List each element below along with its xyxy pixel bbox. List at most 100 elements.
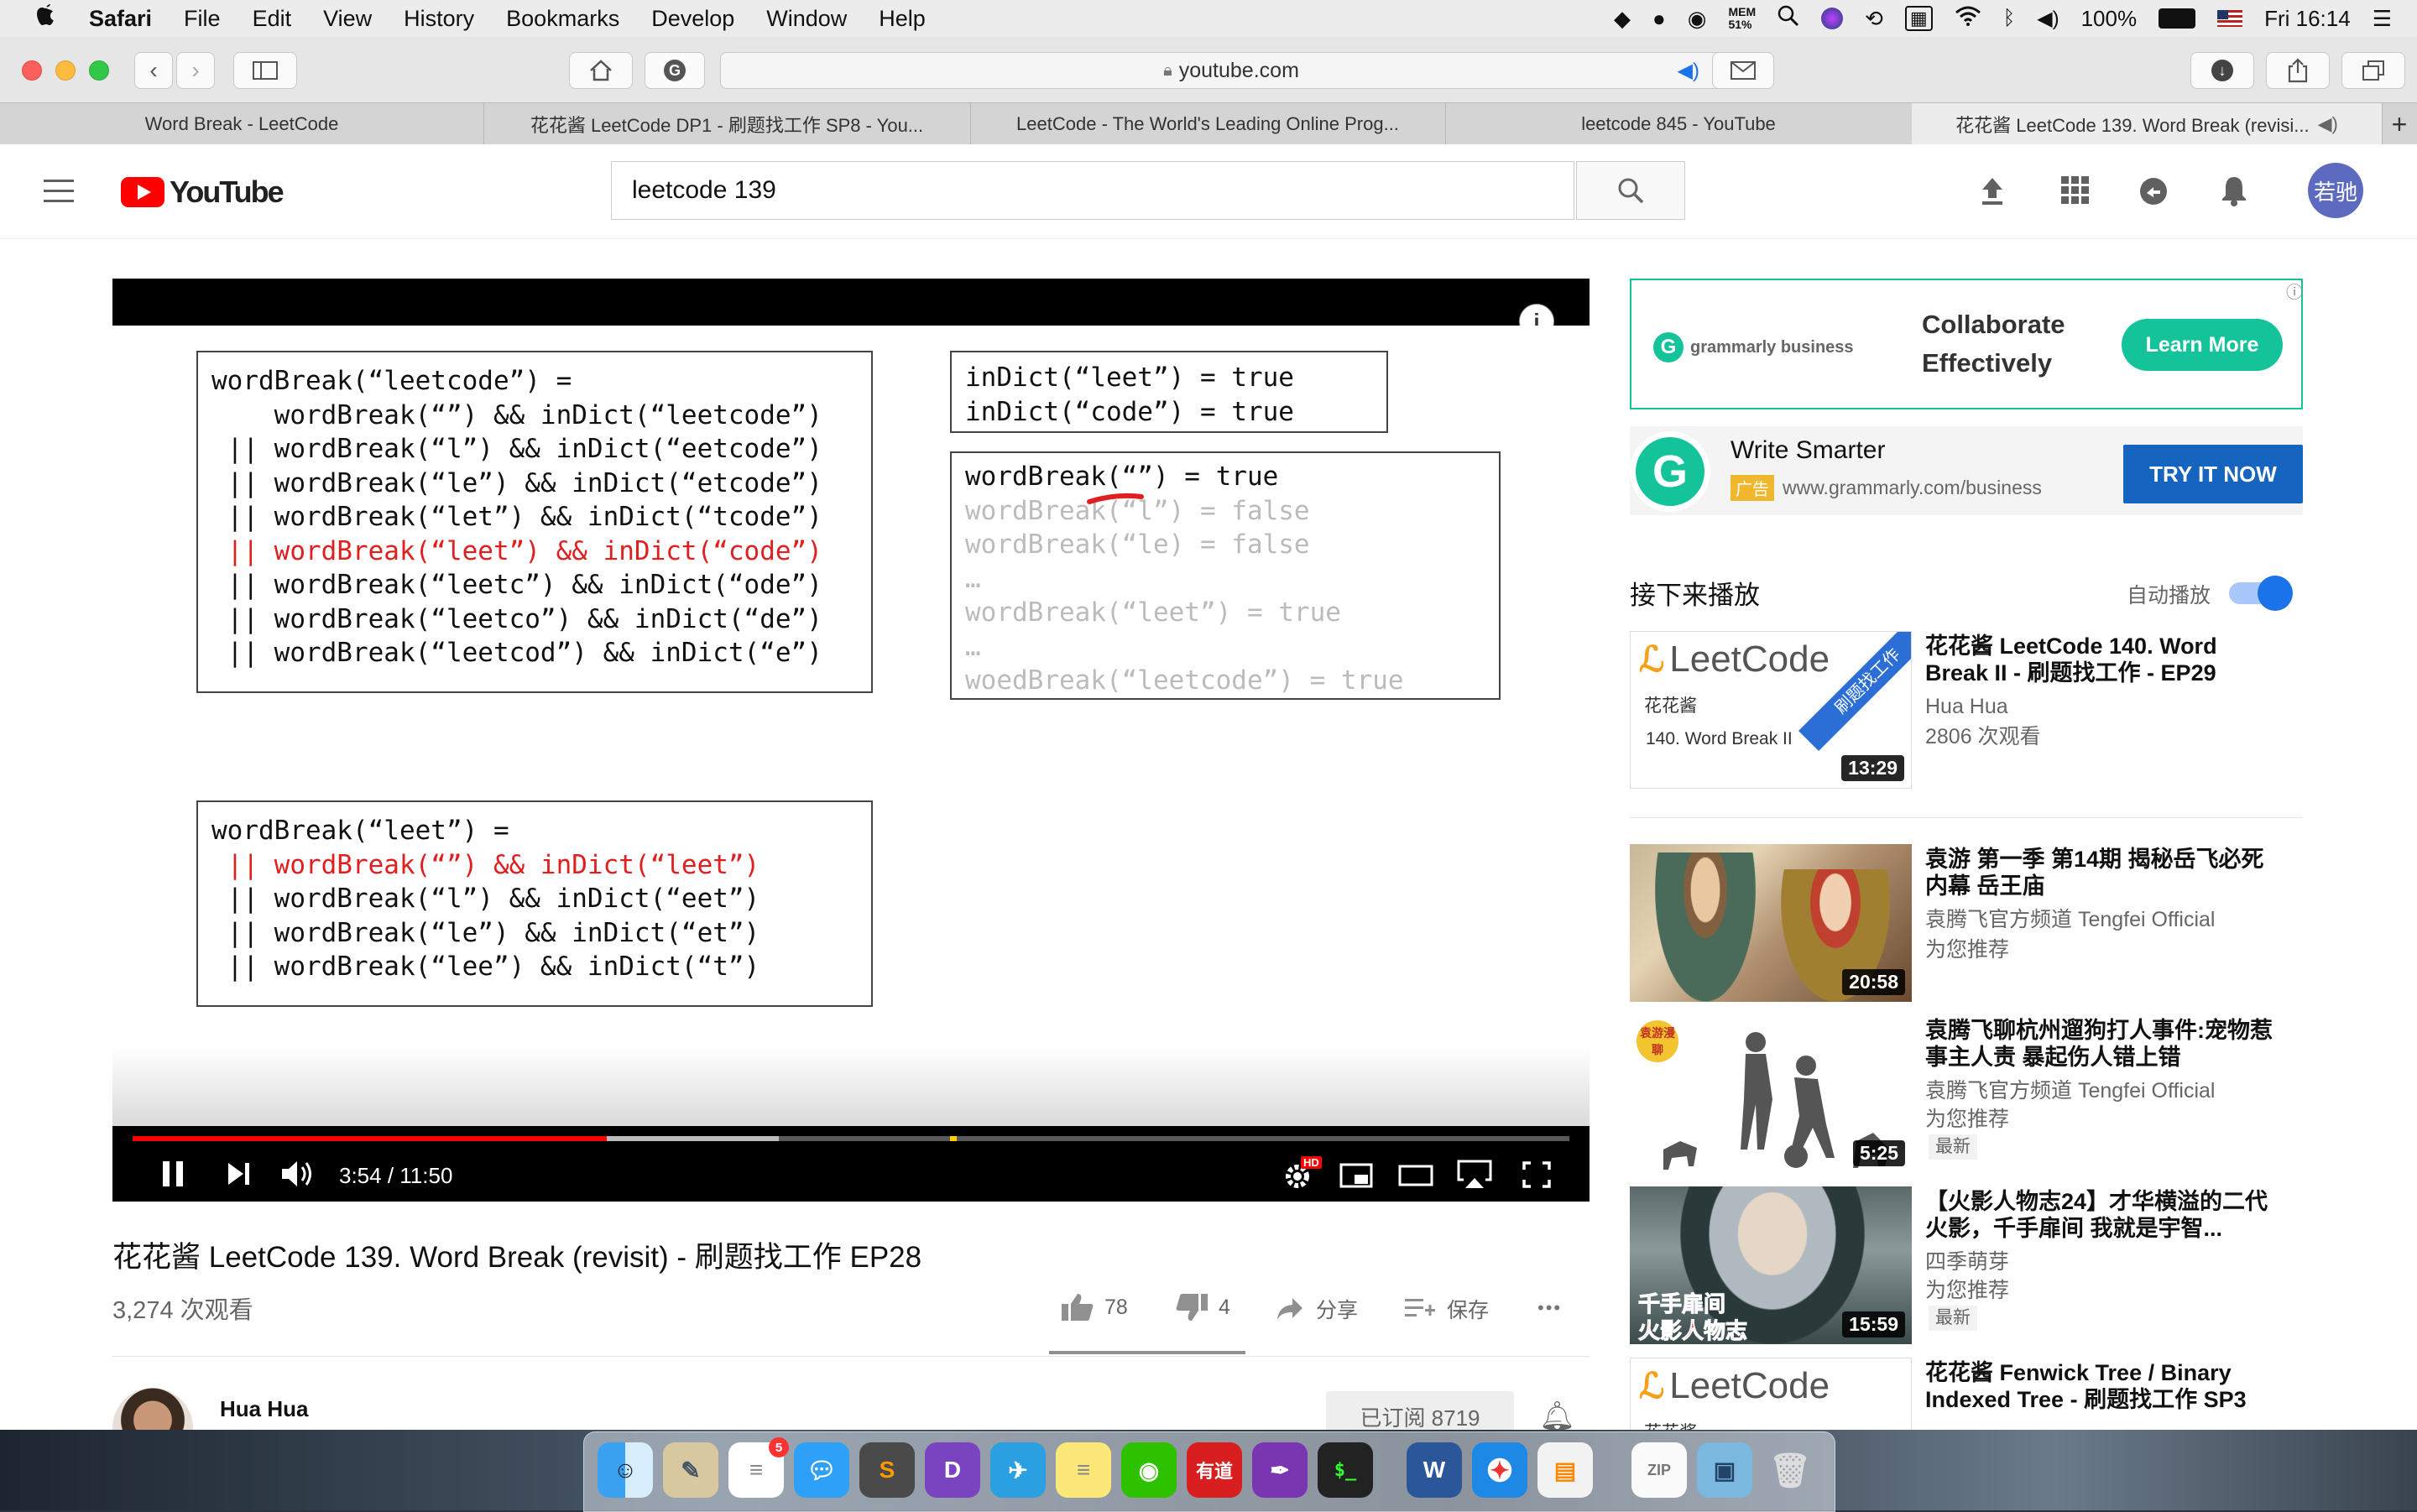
pause-icon[interactable]: [161, 1160, 185, 1194]
video-card-channel[interactable]: 四季萌芽: [1925, 1247, 2009, 1277]
spotlight-icon[interactable]: [1778, 5, 1799, 33]
video-thumbnail[interactable]: 袁游漫聊 5:25: [1630, 1015, 1912, 1173]
dash-icon[interactable]: D: [925, 1442, 980, 1498]
apps-grid-icon[interactable]: [2061, 176, 2090, 209]
menu-history[interactable]: History: [404, 6, 474, 32]
audio-playing-icon[interactable]: ◀): [1678, 59, 1699, 83]
menu-develop[interactable]: Develop: [651, 6, 734, 32]
preview-icon[interactable]: ✎: [663, 1442, 718, 1498]
video-thumbnail[interactable]: 千手扉间 火影人物志 15:59: [1630, 1186, 1912, 1344]
clock[interactable]: Fri 16:14: [2264, 6, 2351, 32]
share-button[interactable]: 分享: [1276, 1294, 1358, 1324]
try-it-now-button[interactable]: TRY IT NOW: [2123, 445, 2303, 503]
notifications-bell-icon[interactable]: [2221, 175, 2247, 211]
mail-button[interactable]: [1712, 52, 1774, 89]
theater-mode-icon[interactable]: [1398, 1165, 1433, 1192]
video-card-title[interactable]: 袁游 第一季 第14期 揭秘岳飞必死内幕 岳王庙: [1925, 846, 2278, 899]
companion-ad[interactable]: G Write Smarter 广告 www.grammarly.com/bus…: [1630, 426, 2303, 515]
channel-avatar[interactable]: [112, 1388, 193, 1430]
recommended-video-card[interactable]: 20:58 袁游 第一季 第14期 揭秘岳飞必死内幕 岳王庙 袁腾飞官方频道 T…: [1630, 844, 2303, 1005]
like-button[interactable]: 78: [1061, 1292, 1128, 1322]
video-card-channel[interactable]: Hua Hua: [1925, 691, 2008, 722]
volume-icon[interactable]: ◀): [2037, 7, 2059, 31]
reminders-icon[interactable]: ≡ 5: [728, 1437, 789, 1498]
wifi-icon[interactable]: [1955, 6, 1981, 32]
telegram-icon[interactable]: ✈: [990, 1442, 1046, 1498]
messages-app-icon[interactable]: 💬︎: [794, 1442, 849, 1498]
video-card-channel[interactable]: 袁腾飞官方频道 Tengfei Official: [1925, 905, 2215, 935]
share-button[interactable]: [2266, 52, 2330, 89]
video-thumbnail[interactable]: ℒ LeetCode 花花酱 140. Word Break II 刷题找工作 …: [1630, 631, 1912, 789]
downloads-stack-icon[interactable]: ▣: [1697, 1442, 1752, 1498]
home-button[interactable]: [569, 52, 633, 89]
safari-icon[interactable]: ✦: [1472, 1442, 1527, 1498]
airplay-icon[interactable]: [1457, 1160, 1492, 1196]
recommended-video-card[interactable]: ℒ LeetCode 花花酱 花花酱 Fenwick Tree / Binary…: [1630, 1358, 2303, 1430]
up-next-video-card[interactable]: ℒ LeetCode 花花酱 140. Word Break II 刷题找工作 …: [1630, 631, 2303, 792]
volume-icon[interactable]: [280, 1160, 316, 1194]
trash-icon[interactable]: 🗑︎: [1762, 1442, 1818, 1498]
recommended-video-card[interactable]: 袁游漫聊 5:25 袁腾飞聊杭州遛狗打人事件:宠物惹事主人责 暴起伤人错上错 袁…: [1630, 1015, 2303, 1176]
video-card-title[interactable]: 袁腾飞聊杭州遛狗打人事件:宠物惹事主人责 暴起伤人错上错: [1925, 1017, 2278, 1071]
word-icon[interactable]: W: [1407, 1442, 1462, 1498]
menu-help[interactable]: Help: [879, 6, 926, 32]
learn-more-button[interactable]: Learn More: [2122, 319, 2283, 371]
channel-name[interactable]: Hua Hua: [220, 1396, 308, 1422]
youtube-logo[interactable]: YouTube: [121, 175, 285, 210]
video-player[interactable]: i wordBreak(“leetcode”) = wordBreak(“”) …: [112, 279, 1590, 1202]
tab-leetcode-home[interactable]: LeetCode - The World's Leading Online Pr…: [970, 103, 1446, 145]
video-thumbnail[interactable]: ℒ LeetCode 花花酱: [1630, 1358, 1912, 1430]
bluetooth-icon[interactable]: ᛒ: [2003, 7, 2015, 30]
display-ad[interactable]: ⓘ G grammarly business Collaborate Effec…: [1630, 279, 2303, 409]
menu-safari[interactable]: Safari: [89, 6, 152, 32]
more-actions-button[interactable]: •••: [1537, 1297, 1562, 1319]
tab-leetcode-139[interactable]: 花花酱 LeetCode 139. Word Break (revisi... …: [1912, 103, 2383, 145]
messages-icon[interactable]: [2138, 176, 2169, 211]
new-tab-button[interactable]: +: [2382, 103, 2417, 145]
recommended-video-card[interactable]: 千手扉间 火影人物志 15:59 【火影人物志24】才华横溢的二代火影，千手扉间…: [1630, 1186, 2303, 1348]
video-card-title[interactable]: 花花酱 LeetCode 140. Word Break II - 刷题找工作 …: [1925, 633, 2278, 686]
flag-icon[interactable]: [2217, 10, 2243, 27]
search-button[interactable]: [1576, 161, 1685, 220]
forward-button[interactable]: ›: [176, 52, 215, 89]
subscribe-button[interactable]: 已订阅 8719: [1326, 1391, 1514, 1430]
dislike-button[interactable]: 4: [1175, 1292, 1230, 1322]
back-button[interactable]: ‹: [134, 52, 173, 89]
close-window-button[interactable]: [22, 60, 42, 81]
eye-icon[interactable]: ◉: [1688, 6, 1707, 32]
account-avatar[interactable]: 若驰: [2308, 163, 2363, 218]
next-video-icon[interactable]: [227, 1161, 250, 1192]
zip-file-icon[interactable]: ZIP: [1631, 1442, 1687, 1498]
autoplay-toggle[interactable]: [2229, 576, 2293, 611]
hamburger-menu-icon[interactable]: [44, 180, 74, 207]
downloads-button[interactable]: ↓: [2190, 52, 2254, 89]
fullscreen-icon[interactable]: [1522, 1161, 1551, 1194]
onenote-icon[interactable]: ✒: [1252, 1442, 1308, 1498]
dropbox-icon[interactable]: ◆: [1614, 6, 1631, 32]
grammarly-extension-button[interactable]: G: [645, 52, 705, 89]
menu-edit[interactable]: Edit: [253, 6, 292, 32]
menu-file[interactable]: File: [184, 6, 221, 32]
zoom-window-button[interactable]: [89, 60, 109, 81]
tab-audio-icon[interactable]: ◀): [2318, 113, 2338, 135]
memory-status[interactable]: MEM 51%: [1728, 6, 1756, 31]
ad-info-icon[interactable]: ⓘ: [2286, 279, 2303, 303]
sublime-text-icon[interactable]: S: [859, 1442, 915, 1498]
keyboard-icon[interactable]: ▦: [1904, 6, 1933, 31]
tab-leetcode-dp1[interactable]: 花花酱 LeetCode DP1 - 刷题找工作 SP8 - You...: [483, 103, 971, 145]
siri-icon[interactable]: [1821, 8, 1844, 29]
search-input[interactable]: [611, 161, 1574, 220]
notification-bell-icon[interactable]: 🔔︎: [1539, 1400, 1575, 1430]
notes-icon[interactable]: ≡: [1056, 1442, 1111, 1498]
miniplayer-icon[interactable]: [1339, 1163, 1373, 1194]
wechat-icon[interactable]: ◉: [1121, 1442, 1177, 1498]
settings-gear-icon[interactable]: HD: [1282, 1156, 1322, 1197]
video-card-title[interactable]: 【火影人物志24】才华横溢的二代火影，千手扉间 我就是宇智...: [1925, 1188, 2278, 1242]
terminal-icon[interactable]: $_: [1318, 1442, 1373, 1498]
menu-bookmarks[interactable]: Bookmarks: [506, 6, 619, 32]
minimize-window-button[interactable]: [55, 60, 76, 81]
save-button[interactable]: 保存: [1405, 1294, 1489, 1324]
menu-window[interactable]: Window: [766, 6, 847, 32]
tab-word-break-leetcode[interactable]: Word Break - LeetCode: [0, 103, 484, 145]
notification-center-icon[interactable]: ☰: [2373, 6, 2392, 32]
